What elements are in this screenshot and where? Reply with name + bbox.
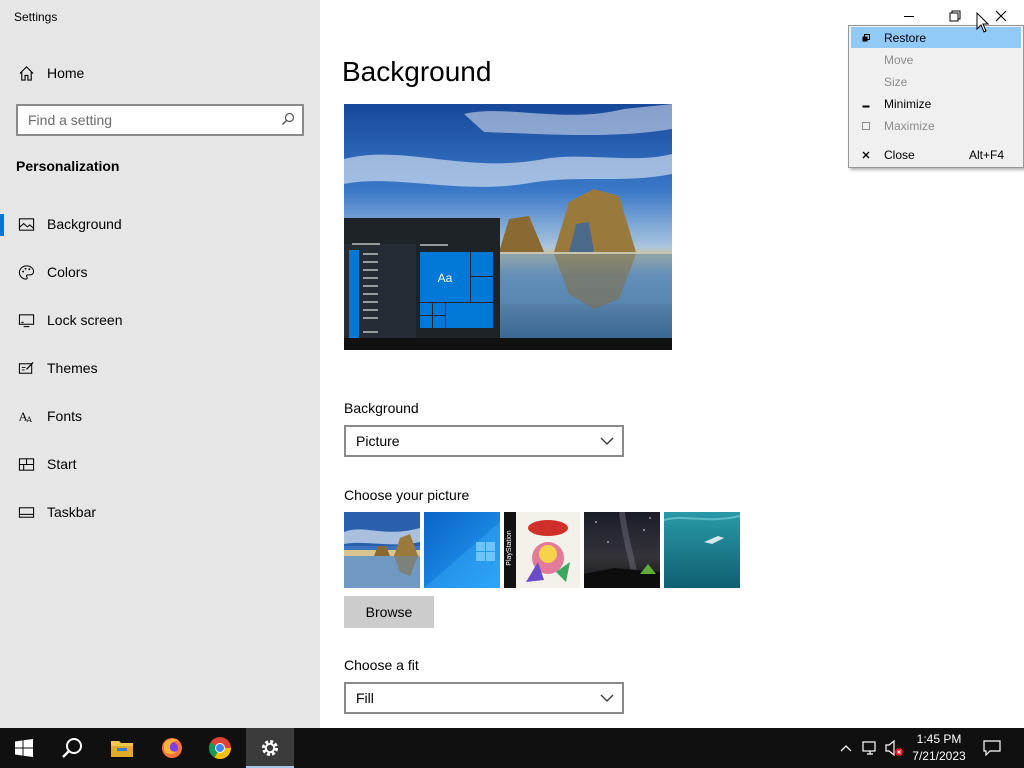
- action-center-button[interactable]: [982, 738, 1002, 758]
- taskbar-search-button[interactable]: [48, 728, 96, 768]
- clock-time: 1:45 PM: [916, 732, 962, 746]
- sidebar-item-label: Lock screen: [47, 312, 123, 328]
- maximize-icon: [861, 121, 871, 131]
- menu-item-label: Minimize: [884, 96, 932, 111]
- volume-muted-icon: [885, 739, 903, 757]
- file-explorer-icon: [111, 741, 133, 757]
- browse-button[interactable]: Browse: [344, 596, 434, 628]
- menu-item-move: Move: [851, 49, 1021, 70]
- sidebar-item-label: Colors: [47, 264, 88, 280]
- fit-label: Choose a fit: [344, 657, 419, 673]
- network-tray-button[interactable]: [861, 738, 881, 758]
- sidebar-item-label: Taskbar: [47, 504, 97, 520]
- start-button[interactable]: [0, 728, 48, 768]
- section-title: Personalization: [16, 158, 120, 174]
- network-icon: [862, 741, 876, 755]
- chevron-up-icon: [840, 745, 852, 752]
- chrome-icon: [209, 737, 231, 759]
- menu-item-maximize: Maximize: [851, 115, 1021, 136]
- themes-icon: [17, 359, 35, 377]
- search-icon[interactable]: [281, 112, 295, 126]
- sidebar-item-label: Background: [47, 216, 122, 232]
- taskbar-firefox[interactable]: [148, 728, 196, 768]
- font-icon: AA: [17, 407, 35, 425]
- start-icon: [17, 455, 35, 473]
- sidebar-item-label: Themes: [47, 360, 98, 376]
- app-title: Settings: [14, 10, 58, 24]
- firefox-icon: [162, 738, 182, 758]
- thumbnail-beach[interactable]: [344, 512, 420, 588]
- tray-overflow-button[interactable]: [836, 738, 856, 758]
- taskbar-chrome[interactable]: [196, 728, 244, 768]
- restore-icon: [949, 10, 961, 22]
- thumbnail-windows-logo[interactable]: [424, 512, 500, 588]
- search-icon: [62, 738, 82, 758]
- settings-icon: [262, 740, 278, 756]
- background-dropdown-value: Picture: [356, 433, 400, 449]
- sidebar-item-colors[interactable]: Colors: [0, 254, 320, 290]
- sidebar-item-start[interactable]: Start: [0, 446, 320, 482]
- taskbar: 1:45 PM 7/21/2023: [0, 728, 1024, 768]
- picture-icon: [17, 215, 35, 233]
- search-input[interactable]: [18, 106, 268, 134]
- menu-item-minimize[interactable]: Minimize: [851, 93, 1021, 114]
- menu-item-label: Close: [884, 147, 915, 162]
- sidebar-item-taskbar[interactable]: Taskbar: [0, 494, 320, 530]
- chevron-down-icon: [600, 694, 614, 702]
- menu-item-label: Move: [884, 52, 914, 67]
- page-title: Background: [342, 56, 492, 87]
- close-icon: [995, 10, 1007, 22]
- sidebar-item-label: Home: [47, 65, 85, 81]
- taskbar-file-explorer[interactable]: [98, 728, 146, 768]
- home-icon: [17, 64, 35, 82]
- windows-start-icon: [15, 739, 33, 757]
- sidebar: Settings Home Personalization Background…: [0, 0, 320, 728]
- volume-tray-button[interactable]: [884, 738, 904, 758]
- fit-dropdown-value: Fill: [356, 690, 374, 706]
- monitor-icon: [17, 311, 35, 329]
- menu-item-restore[interactable]: Restore: [851, 27, 1021, 48]
- menu-item-label: Restore: [884, 30, 927, 45]
- sidebar-item-home[interactable]: Home: [0, 58, 320, 88]
- taskbar-icon: [17, 503, 35, 521]
- thumbnail-underwater[interactable]: [664, 512, 740, 588]
- svg-text:A: A: [25, 415, 32, 424]
- sidebar-item-lock-screen[interactable]: Lock screen: [0, 302, 320, 338]
- menu-item-close[interactable]: Close Alt+F4: [851, 144, 1021, 165]
- notification-icon: [983, 740, 1001, 756]
- sidebar-item-label: Fonts: [47, 408, 83, 424]
- restore-icon: [861, 33, 871, 43]
- sidebar-item-themes[interactable]: Themes: [0, 350, 320, 386]
- thumbnail-cover-text: PlayStation: [506, 530, 513, 566]
- thumbnail-night-sky[interactable]: [584, 512, 660, 588]
- preview-image: Aa: [344, 104, 672, 350]
- thumbnail-game-cover[interactable]: PlayStation: [504, 512, 580, 588]
- clock-date: 7/21/2023: [912, 749, 966, 763]
- menu-item-shortcut: Alt+F4: [968, 147, 1004, 162]
- background-preview: Aa: [344, 104, 672, 350]
- menu-item-label: Maximize: [884, 118, 935, 133]
- taskbar-clock[interactable]: 1:45 PM 7/21/2023: [904, 731, 974, 765]
- minimize-icon: [904, 16, 914, 17]
- sidebar-item-fonts[interactable]: AA Fonts: [0, 398, 320, 434]
- background-dropdown[interactable]: Picture: [344, 425, 624, 457]
- menu-item-size: Size: [851, 71, 1021, 92]
- palette-icon: [17, 263, 35, 281]
- menu-item-label: Size: [884, 74, 908, 89]
- picture-thumbnails: PlayStation: [344, 512, 744, 588]
- sidebar-item-background[interactable]: Background: [0, 206, 320, 242]
- background-label: Background: [344, 400, 419, 416]
- system-context-menu: Restore Move Size Minimize Maximize Clos…: [848, 25, 1024, 168]
- taskbar-settings[interactable]: [246, 728, 294, 768]
- choose-picture-label: Choose your picture: [344, 487, 470, 503]
- search-box[interactable]: [16, 104, 304, 136]
- chevron-down-icon: [600, 437, 614, 445]
- close-icon: [861, 150, 871, 160]
- fit-dropdown[interactable]: Fill: [344, 682, 624, 714]
- mouse-cursor-icon: [976, 12, 989, 33]
- minimize-icon: [861, 99, 871, 109]
- sidebar-item-label: Start: [47, 456, 77, 472]
- preview-tile-text: Aa: [438, 271, 453, 285]
